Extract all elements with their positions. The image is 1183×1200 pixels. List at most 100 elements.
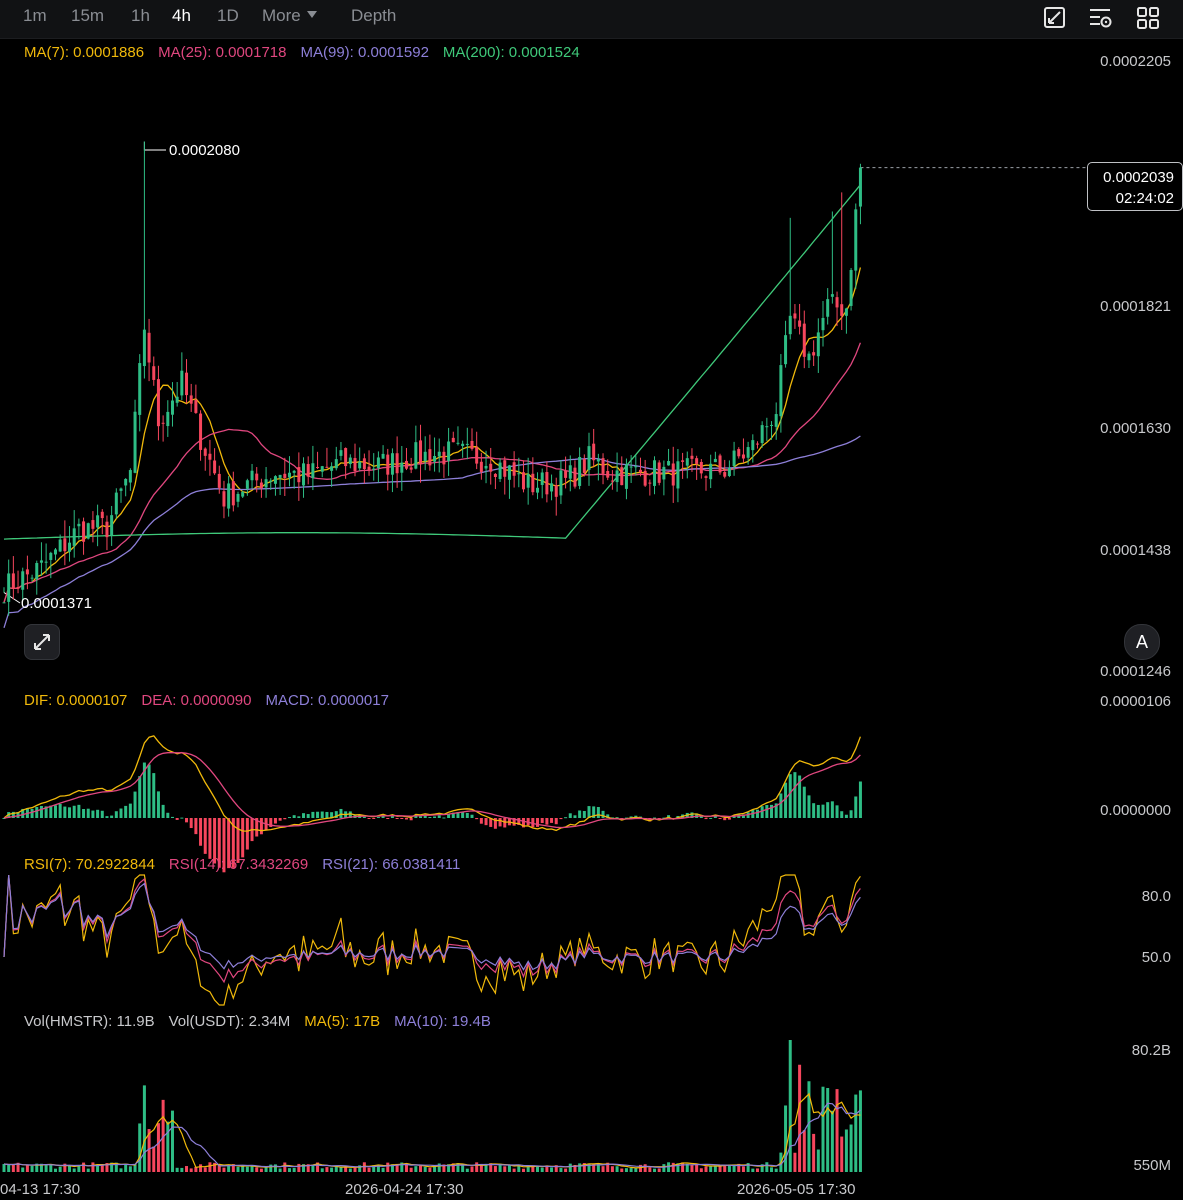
- volume-bar: [559, 1168, 563, 1172]
- macd-histogram-bar: [100, 810, 104, 818]
- volume-bar: [493, 1166, 497, 1172]
- candle-body: [746, 447, 750, 458]
- macd-histogram-bar: [316, 811, 320, 818]
- volume-bar: [755, 1168, 759, 1172]
- volume-bar: [241, 1165, 245, 1172]
- candle-body: [185, 372, 189, 396]
- volume-bar: [765, 1162, 769, 1172]
- candle-body: [133, 411, 137, 473]
- macd-histogram-bar: [760, 806, 764, 818]
- macd-histogram-bar: [82, 809, 86, 818]
- candle-body: [610, 480, 614, 482]
- candle-body: [699, 461, 703, 474]
- macd-histogram-bar: [395, 818, 399, 819]
- volume-bar: [119, 1168, 123, 1172]
- volume-bar: [465, 1168, 469, 1172]
- volume-bar: [835, 1089, 839, 1172]
- candle-body: [423, 451, 427, 462]
- volume-ma5-line: [3, 1092, 861, 1169]
- auto-scale-button[interactable]: A: [1124, 624, 1160, 660]
- volume-bar: [461, 1165, 465, 1172]
- candle-body: [170, 400, 174, 415]
- macd-histogram-bar: [765, 805, 769, 818]
- candle-body: [704, 476, 708, 478]
- candle-body: [662, 466, 666, 480]
- macd-histogram-bar: [203, 818, 207, 854]
- macd-histogram-bar: [755, 809, 759, 818]
- candle-body: [222, 491, 226, 507]
- candle-body: [606, 470, 610, 478]
- macd-histogram-bar: [63, 806, 67, 818]
- candle-body: [147, 332, 151, 363]
- ma99-legend: MA(99): 0.0001592: [300, 44, 429, 61]
- volume-bar: [199, 1164, 203, 1172]
- macd-tick: 0.0000106: [1100, 693, 1171, 710]
- volume-bar: [601, 1166, 605, 1172]
- volume-bar: [142, 1085, 146, 1172]
- candle-body: [798, 320, 802, 327]
- macd-histogram-bar: [465, 812, 469, 818]
- volume-bar: [386, 1162, 390, 1172]
- macd-histogram-bar: [175, 818, 179, 820]
- candle-body: [428, 449, 432, 466]
- candle-body: [138, 363, 142, 415]
- macd-histogram-bar: [479, 818, 483, 824]
- candle-body: [601, 458, 605, 474]
- macd-histogram-bar: [442, 817, 446, 819]
- candle-body: [526, 474, 530, 488]
- time-axis-label: 04-13 17:30: [0, 1181, 81, 1198]
- candle-body: [498, 462, 502, 479]
- candle-body: [690, 455, 694, 459]
- volume-bar: [86, 1168, 90, 1172]
- rsi7-legend: RSI(7): 70.2922844: [24, 856, 155, 873]
- candle-body: [858, 167, 862, 207]
- macd-histogram-bar: [53, 805, 57, 818]
- volume-bar: [521, 1168, 525, 1172]
- macd-histogram-bar: [180, 817, 184, 819]
- candle-body: [503, 460, 507, 477]
- volume-bar: [100, 1165, 104, 1172]
- candle-body: [849, 270, 853, 306]
- candle-body: [550, 483, 554, 492]
- volume-bar: [49, 1164, 53, 1172]
- dea-legend: DEA: 0.0000090: [141, 692, 252, 709]
- candle-body: [334, 459, 338, 469]
- rsi-tick: 50.0: [1141, 949, 1171, 966]
- macd-histogram-bar: [582, 810, 586, 818]
- candle-body: [484, 465, 488, 469]
- candle-body: [419, 440, 423, 464]
- candle-body: [400, 462, 404, 473]
- volume-bar: [629, 1168, 633, 1172]
- volume-bar: [185, 1166, 189, 1172]
- macd-histogram-bar: [596, 807, 600, 818]
- candle-body: [620, 467, 624, 486]
- candle-body: [381, 453, 385, 459]
- macd-histogram-bar: [194, 818, 198, 835]
- macd-histogram-bar: [325, 811, 329, 818]
- volume-bar: [287, 1168, 291, 1172]
- candle-body: [325, 466, 329, 468]
- candle-body: [624, 464, 628, 489]
- macd-histogram-bar: [709, 817, 713, 819]
- macd-histogram-bar: [550, 818, 554, 823]
- candle-body: [390, 453, 394, 475]
- macd-histogram-bar: [86, 808, 90, 818]
- candle-body: [53, 549, 57, 555]
- volume-bar: [610, 1166, 614, 1172]
- volume-bar: [283, 1162, 287, 1172]
- candle-body: [217, 473, 221, 488]
- volume-bar: [821, 1086, 825, 1172]
- macd-histogram-bar: [124, 805, 128, 818]
- candle-body: [114, 492, 118, 515]
- candle-body: [21, 571, 25, 590]
- fullscreen-button[interactable]: [24, 624, 60, 660]
- macd-histogram-bar: [812, 803, 816, 818]
- macd-histogram-bar: [400, 818, 404, 819]
- volume-bar: [25, 1165, 29, 1172]
- volume-bar: [568, 1163, 572, 1172]
- candle-body: [732, 450, 736, 466]
- volume-bar: [784, 1105, 788, 1172]
- macd-histogram-bar: [91, 810, 95, 818]
- candle-body: [493, 473, 497, 477]
- volume-bar: [278, 1168, 282, 1172]
